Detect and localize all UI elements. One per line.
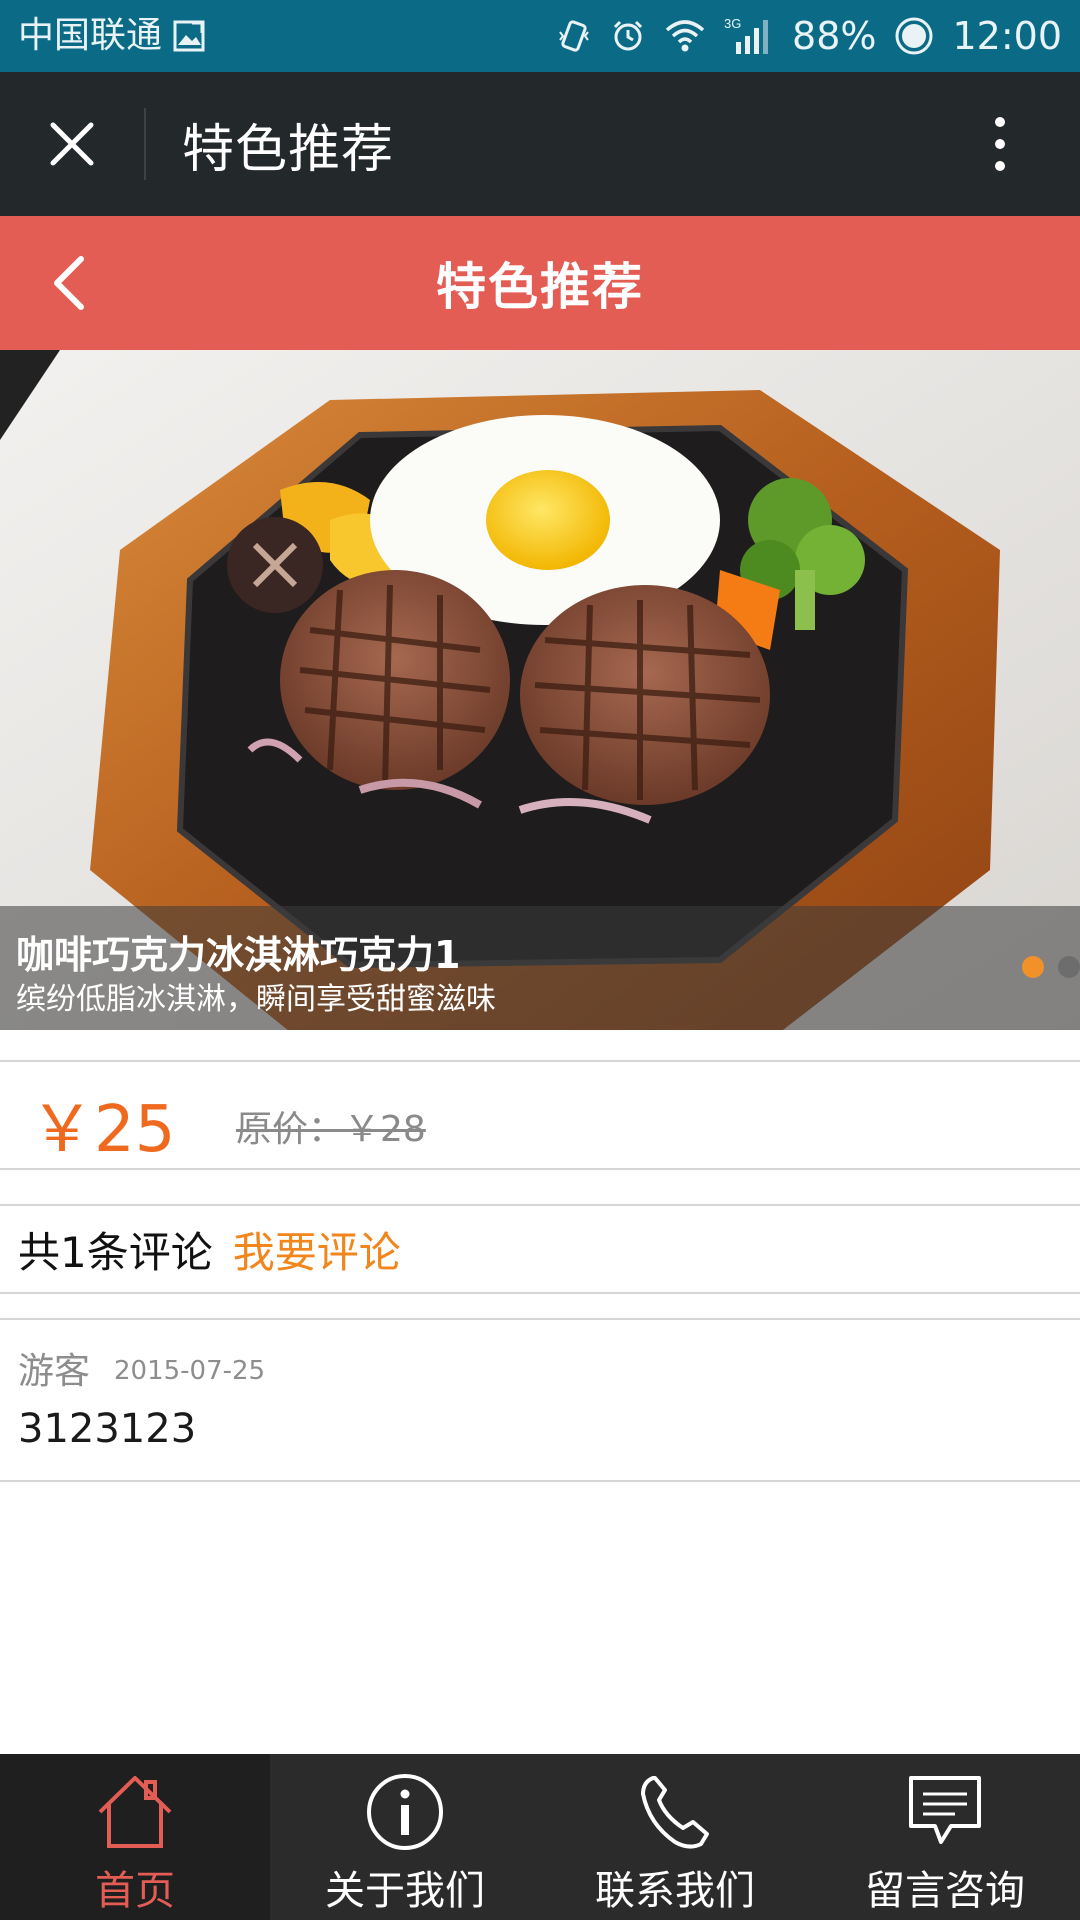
carousel-title: 咖啡巧克力冰淇淋巧克力1 bbox=[16, 933, 461, 977]
close-button[interactable] bbox=[0, 72, 144, 216]
page-title: 特色推荐 bbox=[436, 258, 644, 316]
nav-home[interactable]: 首页 bbox=[0, 1754, 270, 1920]
comments-header: 共1条评论 我要评论 bbox=[0, 1204, 1080, 1294]
app-bar-divider bbox=[144, 108, 146, 180]
network-type: 3G bbox=[724, 16, 741, 31]
comment-text: 3123123 bbox=[18, 1406, 197, 1452]
comment-item: 游客 2015-07-25 3123123 bbox=[0, 1318, 1080, 1482]
image-icon bbox=[172, 19, 206, 53]
message-icon bbox=[905, 1772, 985, 1852]
info-icon bbox=[365, 1772, 445, 1852]
carousel-subtitle: 缤纷低脂冰淇淋，瞬间享受甜蜜滋味 bbox=[16, 982, 496, 1017]
nav-contact[interactable]: 联系我们 bbox=[540, 1754, 810, 1920]
nav-contact-label: 联系我们 bbox=[595, 1868, 755, 1914]
vibrate-icon bbox=[556, 18, 592, 54]
write-comment-link[interactable]: 我要评论 bbox=[233, 1219, 401, 1280]
app-title: 特色推荐 bbox=[182, 119, 395, 180]
clock: 12:00 bbox=[952, 14, 1062, 58]
status-bar: 中国联通 3G 88% 12:00 bbox=[0, 0, 1080, 72]
nav-about-label: 关于我们 bbox=[325, 1868, 485, 1914]
wifi-icon bbox=[664, 18, 706, 54]
comment-count: 共1条评论 bbox=[18, 1227, 213, 1277]
home-icon bbox=[94, 1772, 176, 1852]
page-header: 特色推荐 bbox=[0, 216, 1080, 350]
bottom-nav: 首页 关于我们 联系我们 留言咨询 bbox=[0, 1754, 1080, 1920]
product-carousel[interactable]: 咖啡巧克力冰淇淋巧克力1 缤纷低脂冰淇淋，瞬间享受甜蜜滋味 bbox=[0, 350, 1080, 1030]
nav-home-label: 首页 bbox=[95, 1868, 175, 1914]
status-left: 中国联通 bbox=[18, 18, 206, 54]
back-button[interactable] bbox=[24, 216, 114, 350]
app-bar: 特色推荐 bbox=[0, 72, 1080, 216]
more-vertical-icon bbox=[990, 114, 1010, 174]
carousel-dot[interactable] bbox=[1058, 956, 1080, 978]
nav-message-label: 留言咨询 bbox=[865, 1868, 1025, 1914]
comment-date: 2015-07-25 bbox=[114, 1356, 266, 1386]
battery-icon bbox=[894, 16, 934, 56]
chevron-left-icon bbox=[49, 253, 89, 313]
original-price: 原价：￥28 bbox=[236, 1109, 426, 1150]
price-section: ￥25 原价：￥28 bbox=[0, 1060, 1080, 1170]
carousel-indicators bbox=[1022, 956, 1080, 978]
close-icon bbox=[47, 119, 97, 169]
current-price: ￥25 bbox=[30, 1093, 176, 1167]
phone-icon bbox=[635, 1772, 715, 1852]
alarm-icon bbox=[610, 18, 646, 54]
signal-icon: 3G bbox=[724, 16, 774, 56]
comment-author: 游客 bbox=[18, 1351, 91, 1392]
carousel-caption: 咖啡巧克力冰淇淋巧克力1 缤纷低脂冰淇淋，瞬间享受甜蜜滋味 bbox=[0, 906, 1080, 1030]
carousel-dot-active[interactable] bbox=[1022, 956, 1044, 978]
nav-about[interactable]: 关于我们 bbox=[270, 1754, 540, 1920]
more-options-button[interactable] bbox=[960, 72, 1040, 216]
status-right: 3G 88% 12:00 bbox=[556, 16, 1062, 56]
nav-message[interactable]: 留言咨询 bbox=[810, 1754, 1080, 1920]
carrier-name: 中国联通 bbox=[18, 15, 163, 56]
battery-percent: 88% bbox=[792, 14, 877, 58]
